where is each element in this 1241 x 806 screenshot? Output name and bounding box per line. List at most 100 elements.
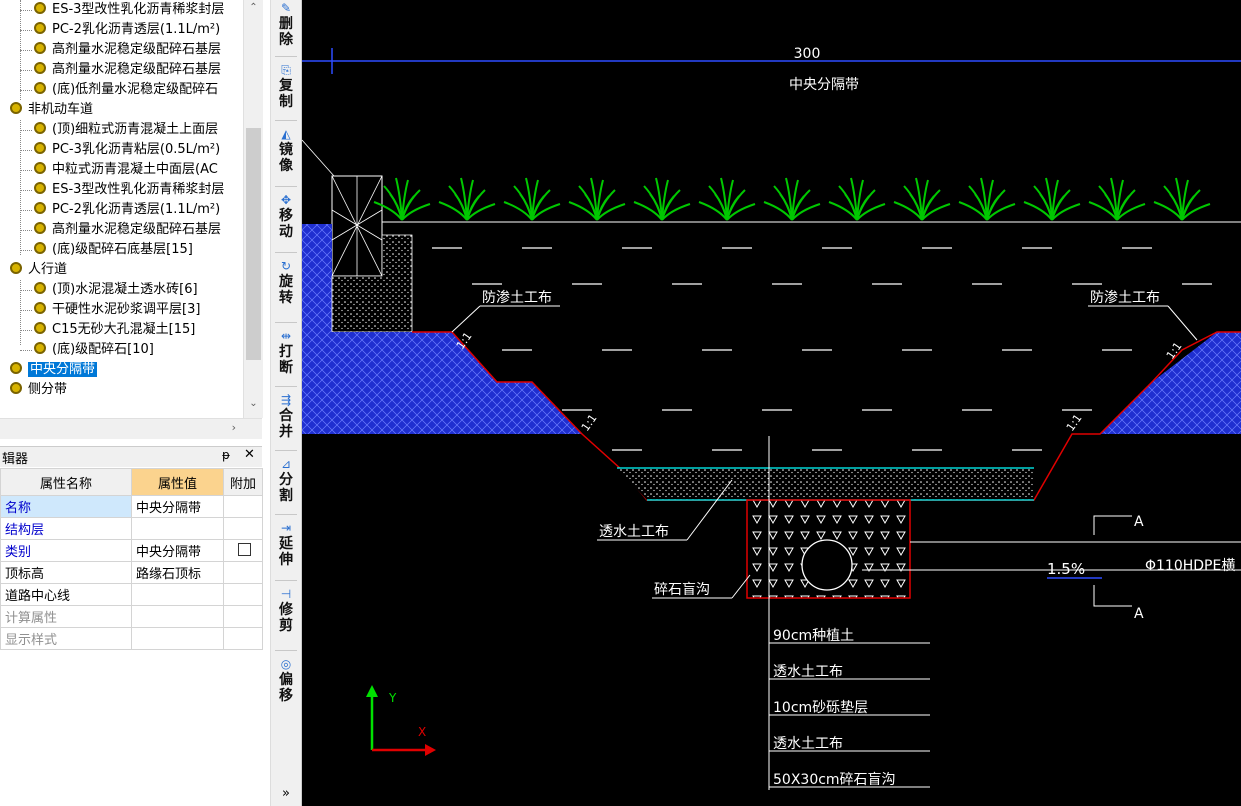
- tree-item-label: 高剂量水泥稳定级配碎石基层: [52, 42, 222, 57]
- extra-checkbox[interactable]: [238, 542, 251, 556]
- tree-leaf[interactable]: 高剂量水泥稳定级配碎石基层: [34, 60, 221, 80]
- tree-leaf[interactable]: ES-3型改性乳化沥青稀浆封层: [34, 0, 224, 20]
- extend-icon: ⇥: [280, 521, 292, 535]
- layer-gear-icon: [10, 262, 22, 274]
- property-row[interactable]: 显示样式: [0, 627, 263, 650]
- tree-item-label: 侧分带: [28, 382, 68, 397]
- tool-trim[interactable]: ⊣ 修剪: [271, 586, 301, 634]
- tool-offset[interactable]: ◎ 偏移: [271, 656, 301, 704]
- layer-gear-icon: [10, 102, 22, 114]
- grass-tuft: [633, 177, 691, 221]
- property-value[interactable]: 中央分隔带: [131, 539, 224, 562]
- tree-leaf[interactable]: 中粒式沥青混凝土中面层(AC: [34, 160, 218, 180]
- tool-merge[interactable]: ⇶ 合并: [271, 392, 301, 440]
- structure-tree[interactable]: ES-3型改性乳化沥青稀浆封层 PC-2乳化沥青透层(1.1L/m²) 高剂量水泥稳…: [0, 0, 262, 440]
- section-mark-top: A: [1134, 514, 1144, 530]
- scroll-right-icon[interactable]: ›: [232, 421, 236, 434]
- scroll-up-icon[interactable]: ⌃: [244, 2, 263, 13]
- tree-node[interactable]: 侧分带: [10, 380, 67, 400]
- property-row[interactable]: 道路中心线: [0, 583, 263, 606]
- property-table-header: 属性名称 属性值 附加: [0, 468, 263, 496]
- grass-tuft: [893, 177, 951, 221]
- tool-rotate[interactable]: ↻ 旋转: [271, 258, 301, 306]
- tree-leaf[interactable]: (底)级配碎石底基层[15]: [34, 240, 193, 260]
- scroll-down-icon[interactable]: ⌄: [244, 398, 263, 409]
- header-property-name: 属性名称: [0, 468, 132, 496]
- layer-gear-icon: [34, 342, 46, 354]
- layer-gear-icon: [34, 182, 46, 194]
- tree-leaf[interactable]: (顶)水泥混凝土透水砖[6]: [34, 280, 198, 300]
- tree-node[interactable]: 中央分隔带: [10, 360, 98, 380]
- tree-vertical-scrollbar[interactable]: ⌃ ⌄: [243, 0, 263, 418]
- property-value[interactable]: [131, 605, 224, 628]
- tool-copy[interactable]: ⎘ 复制: [271, 62, 301, 110]
- delete-icon: ✎: [280, 1, 292, 15]
- grass-tuft: [763, 177, 821, 221]
- tree-leaf[interactable]: (底)级配碎石[10]: [34, 340, 154, 360]
- tree-item-label: ES-3型改性乳化沥青稀浆封层: [52, 182, 225, 197]
- grass-tuft: [1088, 177, 1146, 221]
- tool-label: 移动: [279, 208, 293, 240]
- pin-icon[interactable]: ᵽ: [222, 448, 230, 462]
- legend-item: 10cm砂砾垫层: [773, 700, 868, 716]
- property-name: 计算属性: [0, 605, 132, 628]
- move-icon: ✥: [280, 193, 292, 207]
- legend-item: 透水土工布: [773, 664, 843, 680]
- tool-split[interactable]: ⊿ 分割: [271, 456, 301, 504]
- grass-tuft: [568, 177, 626, 221]
- tree-node[interactable]: 人行道: [10, 260, 67, 280]
- pipe-label: Φ110HDPE横: [1145, 558, 1235, 574]
- tree-leaf[interactable]: (顶)细粒式沥青混凝土上面层: [34, 120, 218, 140]
- tree-leaf[interactable]: PC-2乳化沥青透层(1.1L/m²): [34, 200, 220, 220]
- tree-leaf[interactable]: 高剂量水泥稳定级配碎石基层: [34, 40, 221, 60]
- tree-item-label: (底)级配碎石[10]: [52, 342, 154, 357]
- layer-gear-icon: [34, 122, 46, 134]
- tree-item-label: (底)级配碎石底基层[15]: [52, 242, 193, 257]
- tool-label: 延伸: [279, 536, 293, 568]
- tool-extend[interactable]: ⇥ 延伸: [271, 520, 301, 568]
- tree-leaf[interactable]: C15无砂大孔混凝土[15]: [34, 320, 195, 340]
- svg-text:1:1: 1:1: [1064, 412, 1085, 434]
- property-name: 名称: [0, 495, 132, 518]
- tree-item-label: 中粒式沥青混凝土中面层(AC: [52, 162, 218, 177]
- tool-mirror[interactable]: ◭ 镜像: [271, 126, 301, 174]
- tree-item-label: 中央分隔带: [28, 362, 98, 377]
- tree-leaf[interactable]: (底)低剂量水泥稳定级配碎石: [34, 80, 218, 100]
- close-icon[interactable]: ✕: [244, 447, 255, 462]
- tree-leaf[interactable]: ES-3型改性乳化沥青稀浆封层: [34, 180, 224, 200]
- cad-canvas[interactable]: 300 中央分隔带 1:1 1:1 1:1 1:1 防渗土工布 防渗土工布 透水…: [302, 0, 1241, 806]
- legend-item: 透水土工布: [773, 736, 843, 752]
- layer-gear-icon: [34, 282, 46, 294]
- trim-icon: ⊣: [280, 587, 292, 601]
- property-row[interactable]: 类别 中央分隔带: [0, 539, 263, 562]
- property-value[interactable]: 中央分隔带: [131, 495, 224, 518]
- property-row[interactable]: 计算属性: [0, 605, 263, 628]
- tool-delete[interactable]: ✎ 删除: [271, 0, 301, 48]
- tree-node[interactable]: 非机动车道: [10, 100, 93, 120]
- property-value[interactable]: 路缘石顶标: [131, 561, 224, 584]
- tree-leaf[interactable]: PC-3乳化沥青粘层(0.5L/m²): [34, 140, 220, 160]
- toolbar-more-icon[interactable]: »: [271, 786, 301, 801]
- property-row[interactable]: 名称 中央分隔带: [0, 495, 263, 518]
- property-row[interactable]: 结构层: [0, 517, 263, 540]
- tree-item-label: C15无砂大孔混凝土[15]: [52, 322, 196, 337]
- fabric-label-right: 防渗土工布: [1090, 290, 1160, 306]
- tree-item-label: 干硬性水泥砂浆调平层[3]: [52, 302, 201, 317]
- property-name: 道路中心线: [0, 583, 132, 606]
- property-row[interactable]: 顶标高 路缘石顶标: [0, 561, 263, 584]
- grass-tuft: [958, 177, 1016, 221]
- gravel-drain-label: 碎石盲沟: [654, 581, 710, 598]
- tree-leaf[interactable]: 高剂量水泥稳定级配碎石基层: [34, 220, 221, 240]
- tool-break[interactable]: ⇹ 打断: [271, 328, 301, 376]
- property-panel-header: 辑器 ᵽ ✕: [0, 446, 262, 467]
- tree-leaf[interactable]: 干硬性水泥砂浆调平层[3]: [34, 300, 200, 320]
- property-value[interactable]: [131, 517, 224, 540]
- grass-tuft: [1023, 177, 1081, 221]
- property-value[interactable]: [131, 583, 224, 606]
- scroll-thumb[interactable]: [246, 128, 261, 360]
- tool-move[interactable]: ✥ 移动: [271, 192, 301, 240]
- tree-horizontal-scrollbar[interactable]: ›: [0, 418, 262, 439]
- axis-x-label: X: [418, 725, 426, 739]
- tree-leaf[interactable]: PC-2乳化沥青透层(1.1L/m²): [34, 20, 220, 40]
- property-value[interactable]: [131, 627, 224, 650]
